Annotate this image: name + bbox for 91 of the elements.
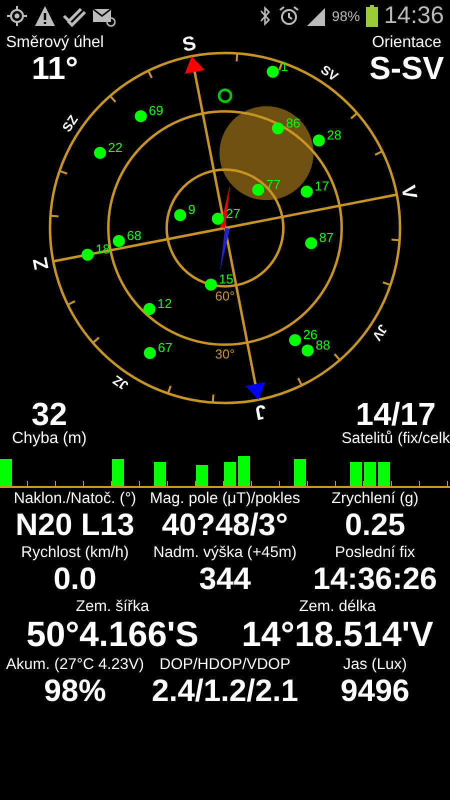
satellite-dot <box>300 186 313 198</box>
satellite-label: 22 <box>108 140 122 155</box>
crosshair-icon <box>6 5 28 27</box>
signal-bar <box>196 465 208 486</box>
reading-value: 14:36:26 <box>312 562 438 596</box>
satellite-label: 68 <box>126 228 142 244</box>
orientation-label: Orientace <box>372 34 442 52</box>
satellite-label: 26 <box>303 327 318 342</box>
compass-label: JV <box>369 322 391 344</box>
satellite-label: 88 <box>316 338 330 353</box>
satellite-dot <box>174 209 186 222</box>
signal-bar <box>294 459 306 486</box>
reading-value: 2.4/1.2/2.1 <box>152 674 298 708</box>
heading-value: 11° <box>32 52 78 84</box>
reading-label: Zem. délka <box>299 598 376 616</box>
satellite-dot <box>312 134 325 146</box>
reading-value: N20 L13 <box>15 508 134 542</box>
satellite-dot <box>143 303 156 316</box>
satellite-dot <box>94 146 106 159</box>
satellite-label: 15 <box>218 272 234 287</box>
satellite-label: 9 <box>188 202 196 218</box>
satellite-dot <box>212 212 224 225</box>
reading-value: 9496 <box>340 674 410 708</box>
reading-label: Akum. (27°C 4.23V) <box>6 656 144 674</box>
satellite-dot <box>266 66 279 78</box>
reading-label: Zrychlení (g) <box>332 490 419 508</box>
warning-icon <box>34 5 56 27</box>
reading-label: DOP/HDOP/VDOP <box>160 656 290 674</box>
satellite-dot <box>305 237 318 250</box>
battery-percent: 98% <box>332 8 360 24</box>
satellite-label: 87 <box>319 230 334 246</box>
ring-marker-icon <box>218 88 232 104</box>
reading-label: Zem. šířka <box>76 598 150 616</box>
satellite-label: 77 <box>266 176 281 192</box>
signal-bar <box>378 462 390 486</box>
satellite-label: 67 <box>158 340 172 355</box>
reading-value: 0.25 <box>344 508 406 542</box>
satellite-label: 69 <box>148 103 164 118</box>
signal-bar <box>0 459 12 486</box>
satellite-label: 27 <box>226 206 240 221</box>
accuracy-value: 32 <box>32 398 68 430</box>
satellite-label: 28 <box>326 127 342 142</box>
satellite-count-value: 14/17 <box>356 398 436 430</box>
signal-bar <box>350 462 362 486</box>
accuracy-label: Chyba (m) <box>12 430 87 448</box>
reading-label: Poslední fix <box>334 544 416 562</box>
compass-label: JZ <box>110 372 131 394</box>
satellite-dot <box>302 344 314 357</box>
satellite-dot <box>289 334 302 346</box>
satellite-label: 86 <box>286 115 300 130</box>
reading-value: 40?48/3° <box>162 508 288 542</box>
reading-label: Jas (Lux) <box>343 656 407 674</box>
signal-bar <box>112 459 124 486</box>
satellite-label: 12 <box>157 296 172 312</box>
satellite-dot <box>204 278 217 291</box>
satellite-dot <box>272 122 284 134</box>
alarm-clock-icon <box>278 5 300 27</box>
bluetooth-icon <box>258 5 272 27</box>
satellite-count-label: Satelitů (fix/celk <box>341 430 450 448</box>
compass-label: V <box>396 184 421 201</box>
reading-value: 50°4.166'S <box>26 616 199 654</box>
signal-bar <box>154 462 166 486</box>
signal-bar <box>238 456 250 486</box>
reading-value: 14°18.514'V <box>242 616 434 654</box>
compass-label: SV <box>318 62 341 84</box>
compass-label: Z <box>29 256 54 272</box>
satellite-dot <box>82 248 94 261</box>
compass-label: J <box>253 400 268 424</box>
reading-label: Naklon./Natoč. (°) <box>14 490 136 508</box>
battery-icon <box>366 5 378 27</box>
ring-label: 30° <box>215 346 235 362</box>
satellite-label: 17 <box>314 178 330 194</box>
double-check-icon <box>62 5 86 27</box>
compass-label: SZ <box>59 112 81 135</box>
satellite-dot <box>252 184 264 196</box>
orientation-value: S-SV <box>369 52 444 84</box>
satellite-dot <box>144 347 156 359</box>
reading-label: Mag. pole (μT)/pokles <box>150 490 300 508</box>
satellite-dot <box>112 235 125 248</box>
reading-value: 344 <box>199 562 251 596</box>
signal-bar <box>364 462 376 486</box>
reading-label: Rychlost (km/h) <box>21 544 129 562</box>
signal-bar <box>224 462 236 486</box>
clock-time: 14:36 <box>384 2 444 30</box>
reading-label: Nadm. výška (+45m) <box>153 544 297 562</box>
compass-label: S <box>180 32 198 56</box>
reading-value: 0.0 <box>53 562 97 596</box>
reading-value: 98% <box>44 674 106 708</box>
ring-label: 60° <box>215 288 235 304</box>
heading-label: Směrový úhel <box>6 34 104 52</box>
satellite-dot <box>134 110 147 122</box>
